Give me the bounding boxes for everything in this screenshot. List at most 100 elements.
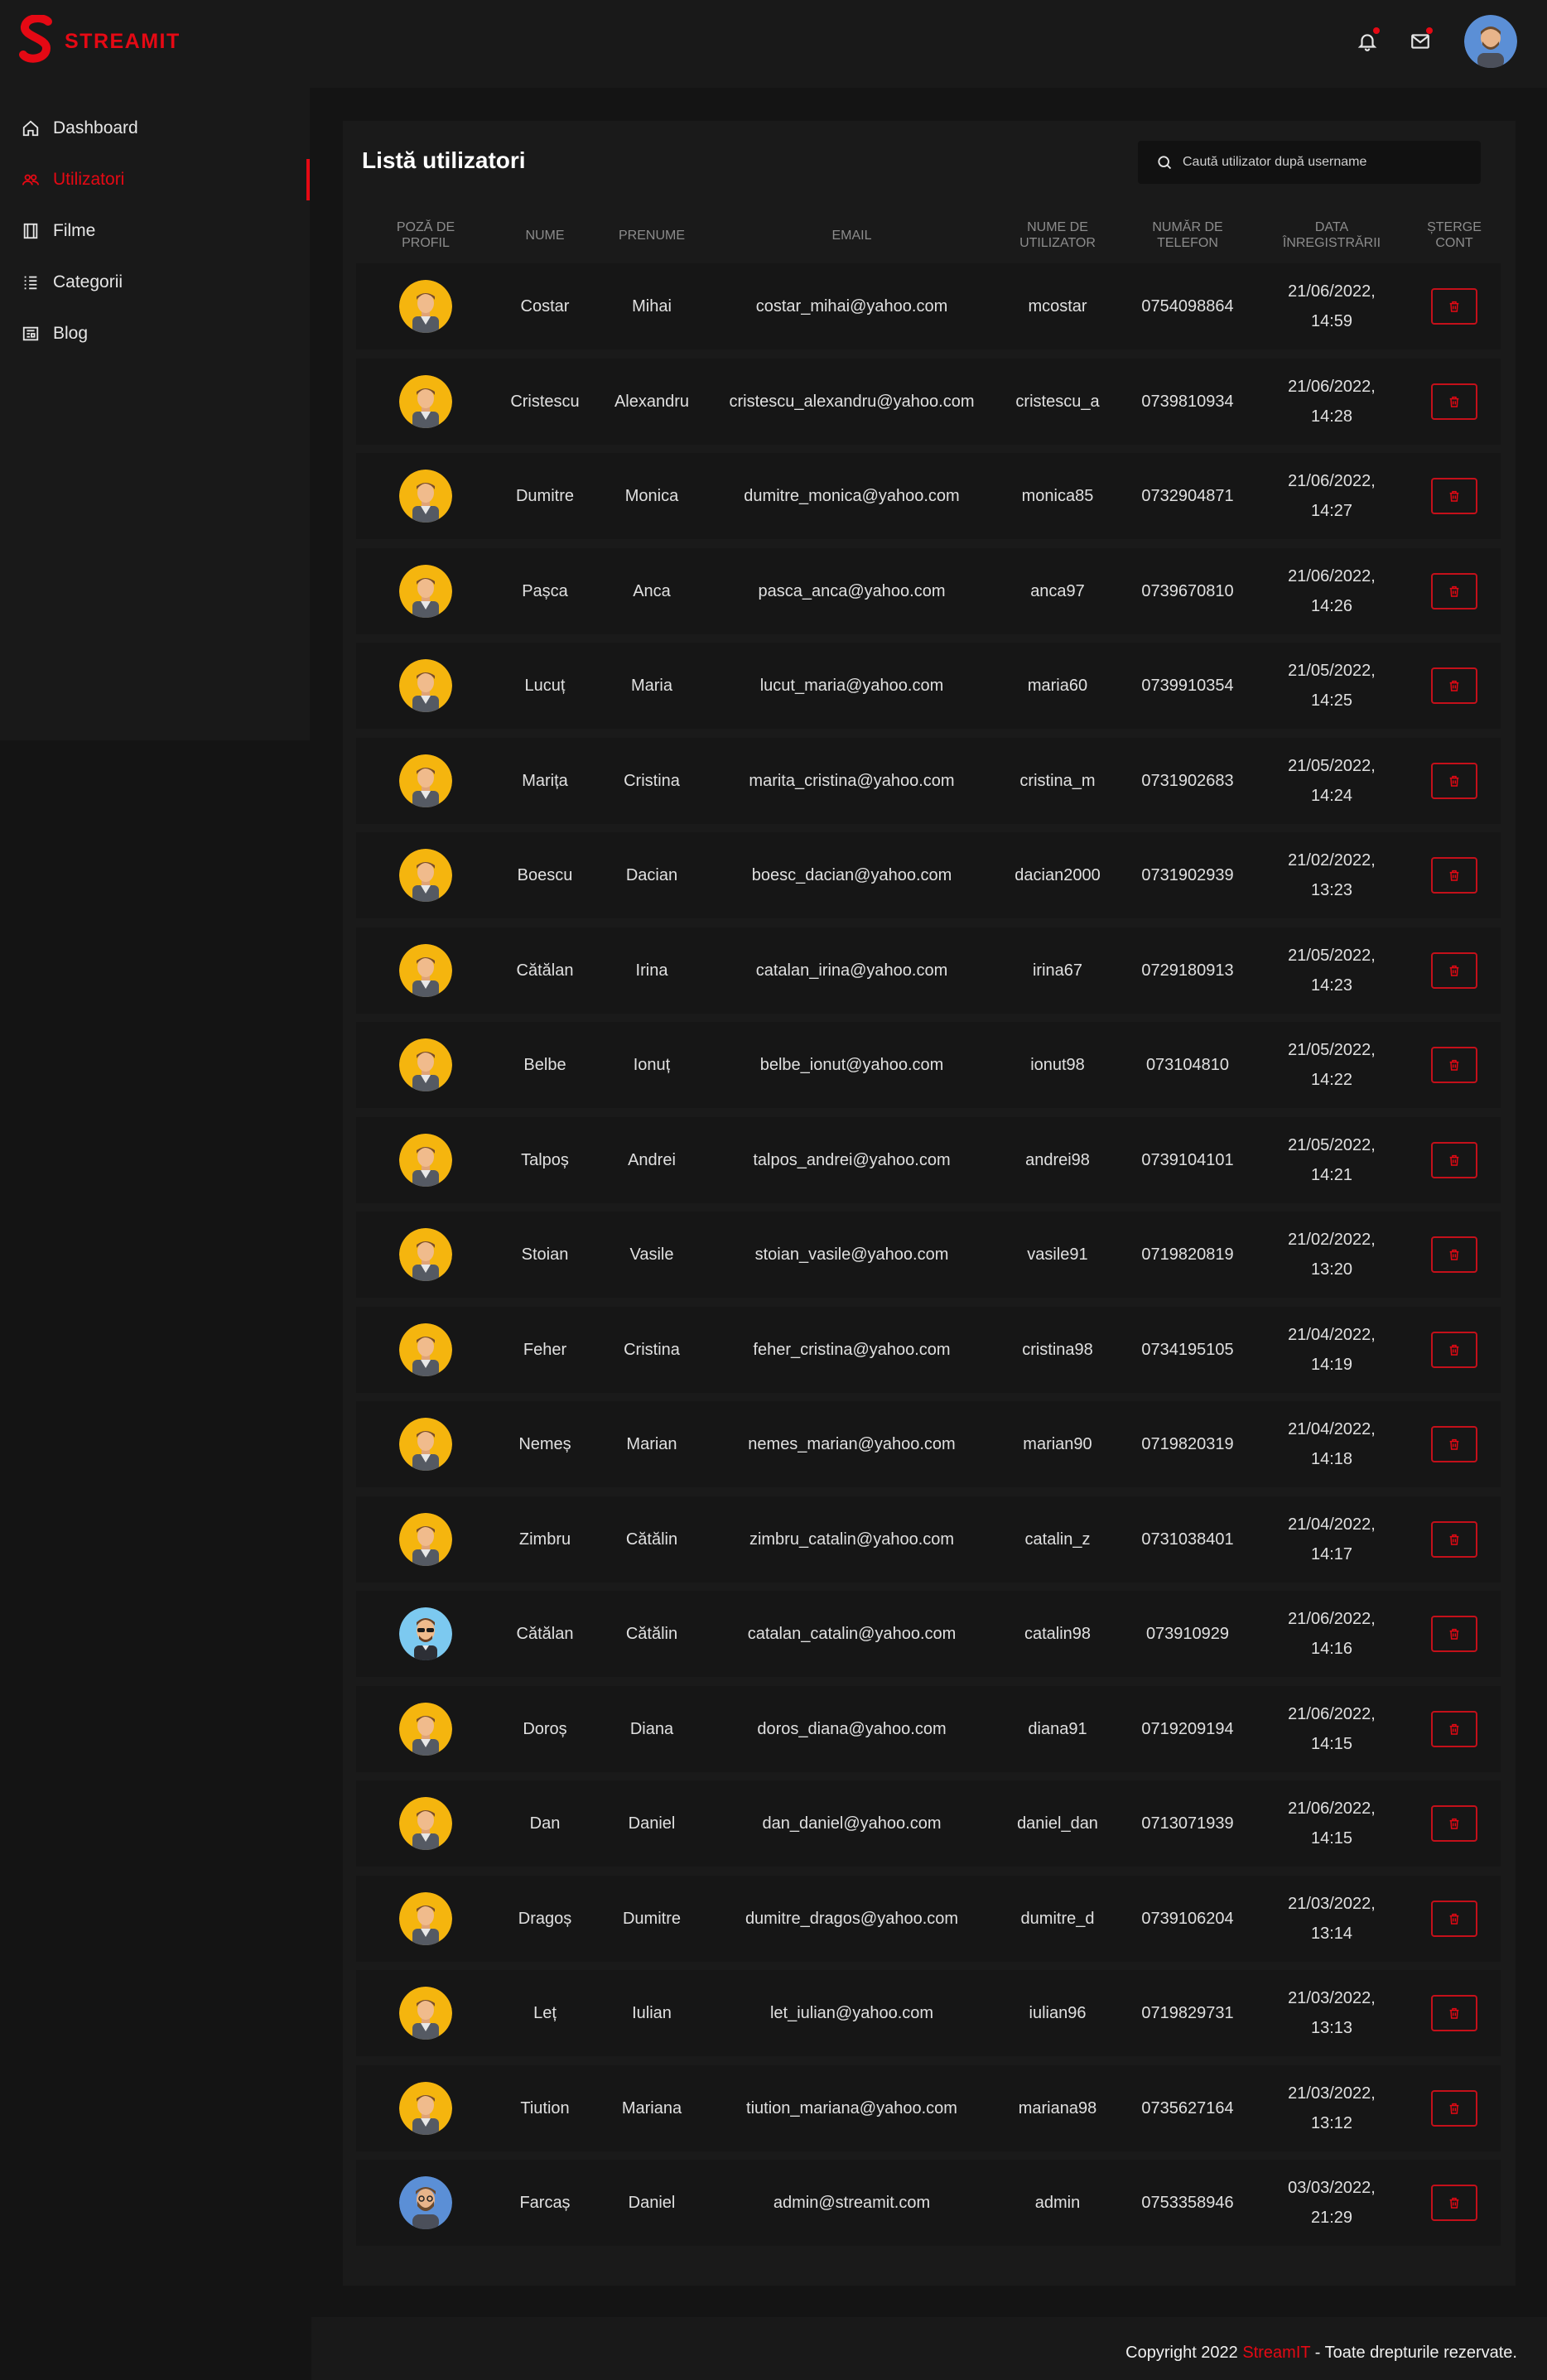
email-cell: dan_daniel@yahoo.com: [762, 1814, 942, 1833]
telefon-cell: 0719829731: [1141, 2004, 1234, 2022]
trash-icon: [1449, 1913, 1459, 1925]
streamit-logo-icon: [19, 15, 52, 63]
avatar-cell: [383, 832, 469, 918]
registration-time: 14:21: [1310, 1165, 1353, 1184]
avatar: [399, 1797, 452, 1850]
nume-cell: Leț: [533, 2004, 557, 2022]
telefon-cell: 0719820819: [1141, 1245, 1234, 1264]
table-row: Lucuț Maria lucut_maria@yahoo.com maria60 07…: [356, 643, 1501, 729]
delete-account-button[interactable]: [1431, 1426, 1477, 1462]
telefon-cell: 0732904871: [1141, 487, 1234, 505]
notification-dot: [1373, 27, 1380, 34]
registration-date: 21/05/2022,: [1288, 756, 1376, 775]
telefon-cell: 0731902683: [1141, 771, 1234, 790]
delete-account-button[interactable]: [1431, 1141, 1477, 1178]
avatar-cell: [383, 453, 469, 539]
prenume-cell: Monica: [624, 487, 679, 505]
user-avatar[interactable]: [1464, 15, 1517, 68]
avatar: [399, 1987, 452, 2040]
registration-date: 21/06/2022,: [1288, 472, 1376, 490]
delete-cell: [1418, 1970, 1491, 2056]
username-cell: monica85: [1021, 487, 1094, 505]
email-cell: dumitre_monica@yahoo.com: [744, 487, 960, 505]
copyright-text: Copyright 2022 StreamIT - Toate drepturi…: [1125, 2344, 1517, 2363]
delete-account-button[interactable]: [1431, 383, 1477, 420]
avatar: [399, 1228, 452, 1281]
sidebar-item-blog[interactable]: Blog: [0, 308, 310, 359]
avatar-cell: [383, 1401, 469, 1487]
telefon-cell: 0739670810: [1141, 581, 1234, 600]
footer-brand-link[interactable]: StreamIT: [1242, 2344, 1310, 2362]
delete-account-button[interactable]: [1431, 1047, 1477, 1083]
registration-time: 14:22: [1310, 1071, 1353, 1089]
delete-account-button[interactable]: [1431, 1805, 1477, 1842]
trash-icon: [1449, 870, 1459, 881]
search-box[interactable]: [1138, 141, 1481, 184]
sidebar-item-filme[interactable]: Filme: [0, 205, 310, 257]
delete-account-button[interactable]: [1431, 1520, 1477, 1558]
table-row: Belbe Ionuț belbe_ionut@yahoo.com ionut98 07…: [356, 1022, 1501, 1108]
telefon-cell: 0753358946: [1141, 2194, 1234, 2212]
delete-account-button[interactable]: [1431, 478, 1477, 514]
delete-account-button[interactable]: [1431, 1900, 1477, 1937]
registration-time: 14:25: [1310, 691, 1353, 710]
delete-account-button[interactable]: [1431, 1236, 1477, 1273]
avatar-cell: [383, 1686, 469, 1772]
trash-icon: [1449, 965, 1459, 976]
delete-account-button[interactable]: [1431, 2185, 1477, 2221]
trash-icon: [1449, 2007, 1459, 2019]
avatar: [399, 754, 452, 807]
registration-date-cell: 21/06/2022, 14:27: [1265, 453, 1398, 539]
email-cell: cristescu_alexandru@yahoo.com: [729, 392, 975, 411]
email-cell: pasca_anca@yahoo.com: [758, 581, 946, 600]
logo[interactable]: STREAMIT: [18, 15, 181, 65]
registration-date-cell: 03/03/2022, 21:29: [1265, 2160, 1398, 2246]
sidebar-item-dashboard[interactable]: Dashboard: [0, 103, 310, 154]
email-cell: marita_cristina@yahoo.com: [749, 771, 955, 790]
telefon-cell: 0735627164: [1141, 2098, 1234, 2117]
delete-account-button[interactable]: [1431, 952, 1477, 989]
registration-date-cell: 21/02/2022, 13:23: [1265, 832, 1398, 918]
telefon-cell: 0739910354: [1141, 677, 1234, 695]
sidebar-item-utilizatori[interactable]: Utilizatori: [0, 154, 310, 205]
delete-account-button[interactable]: [1431, 1995, 1477, 2031]
registration-date-cell: 21/06/2022, 14:26: [1265, 548, 1398, 634]
sidebar-item-categorii[interactable]: Categorii: [0, 257, 310, 308]
avatar-cell: [383, 1212, 469, 1298]
trash-icon: [1449, 1628, 1459, 1640]
sidebar-item-label: Dashboard: [53, 118, 138, 137]
delete-account-button[interactable]: [1431, 288, 1477, 325]
delete-cell: [1418, 1212, 1491, 1298]
list-icon: [24, 276, 37, 290]
username-cell: marian90: [1023, 1435, 1092, 1453]
column-header: POZĂ DE PROFIL: [396, 220, 455, 250]
search-input[interactable]: [1183, 155, 1464, 170]
delete-account-button[interactable]: [1431, 2089, 1477, 2127]
brand-name: STREAMIT: [65, 29, 181, 53]
notifications-button[interactable]: [1348, 22, 1386, 60]
prenume-cell: Iulian: [632, 2004, 672, 2022]
table-row: Cătălan Cătălin catalan_catalin@yahoo.com c…: [356, 1591, 1501, 1677]
delete-account-button[interactable]: [1431, 572, 1477, 609]
telefon-cell: 0731902939: [1141, 866, 1234, 884]
delete-account-button[interactable]: [1431, 762, 1477, 799]
sidebar-item-label: Blog: [53, 324, 89, 343]
registration-date: 21/06/2022,: [1288, 566, 1376, 585]
delete-account-button[interactable]: [1431, 1616, 1477, 1652]
email-cell: feher_cristina@yahoo.com: [753, 1340, 951, 1359]
prenume-cell: Andrei: [628, 1150, 676, 1169]
registration-date: 03/03/2022,: [1288, 2179, 1376, 2197]
trash-icon: [1449, 1818, 1459, 1829]
prenume-cell: Dumitre: [622, 1909, 681, 1928]
avatar: [399, 659, 452, 712]
delete-account-button[interactable]: [1431, 667, 1477, 704]
registration-time: 13:20: [1310, 1260, 1353, 1279]
delete-account-button[interactable]: [1431, 857, 1477, 894]
delete-account-button[interactable]: [1431, 1331, 1477, 1368]
registration-date: 21/05/2022,: [1288, 1041, 1376, 1059]
delete-account-button[interactable]: [1431, 1710, 1477, 1747]
delete-cell: [1418, 1401, 1491, 1487]
delete-cell: [1418, 1876, 1491, 1962]
email-cell: admin@streamit.com: [773, 2194, 931, 2212]
messages-button[interactable]: [1401, 22, 1439, 60]
